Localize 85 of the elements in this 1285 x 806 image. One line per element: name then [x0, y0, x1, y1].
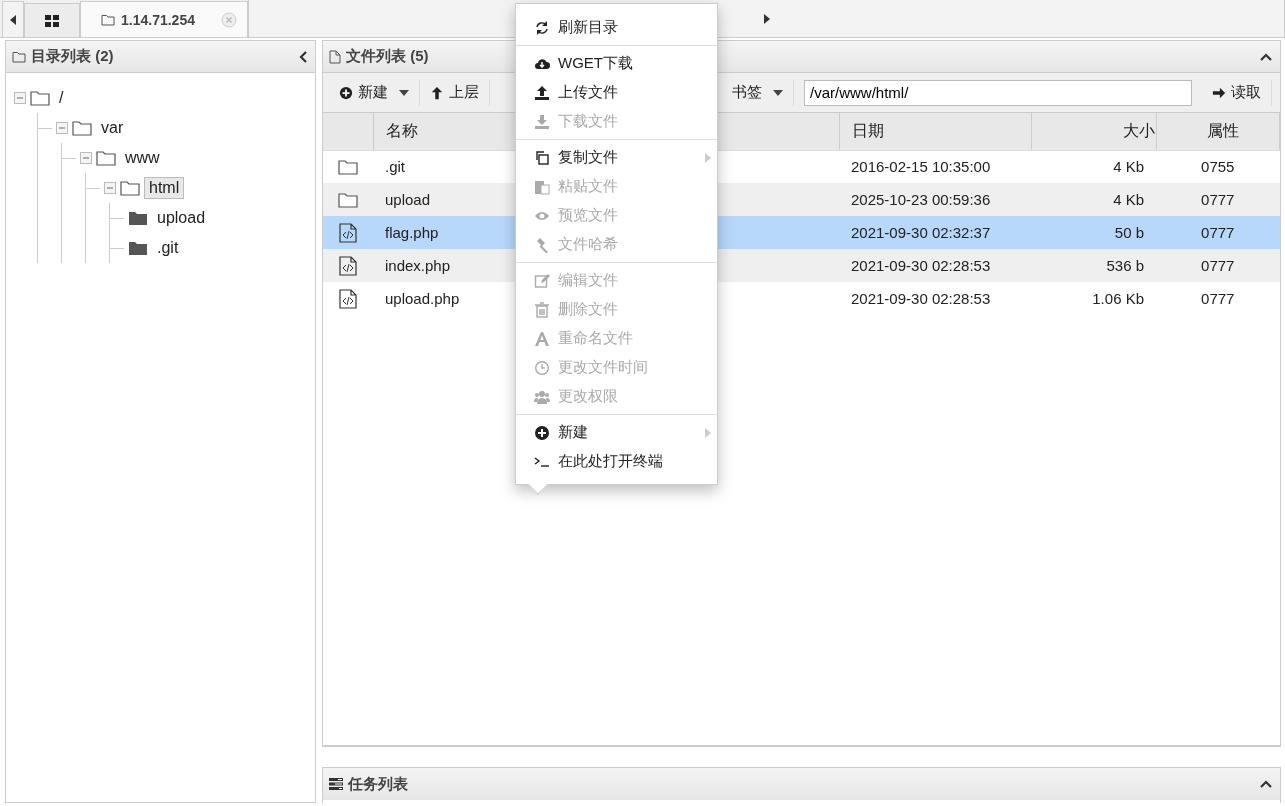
- collapse-toggle-icon[interactable]: [104, 182, 116, 194]
- host-tab[interactable]: 1.14.71.254: [80, 1, 248, 37]
- copy-icon: [534, 149, 550, 166]
- menu-item[interactable]: 上传文件: [516, 78, 717, 107]
- users-icon: [534, 388, 550, 405]
- table-cell: 2021-09-30 02:32:37: [839, 216, 1031, 249]
- read-button[interactable]: 读取: [1202, 77, 1271, 108]
- new-button[interactable]: 新建: [329, 77, 419, 108]
- task-list-icon: [329, 778, 343, 790]
- triangle-left-icon: [10, 14, 16, 25]
- upload-icon: [534, 84, 550, 101]
- tree-item[interactable]: var: [96, 117, 129, 139]
- code-file-icon: [339, 222, 357, 243]
- table-cell: 4 Kb: [1031, 183, 1156, 216]
- menu-item[interactable]: 刷新目录: [516, 13, 717, 42]
- folder-icon: [12, 50, 26, 63]
- collapse-icon[interactable]: [1260, 52, 1272, 61]
- triangle-right-icon: [763, 13, 770, 24]
- menu-item[interactable]: WGET下载: [516, 49, 717, 78]
- table-cell: 0777: [1156, 216, 1280, 249]
- table-cell: 536 b: [1031, 249, 1156, 282]
- tree-item[interactable]: html: [144, 177, 185, 199]
- table-cell: 0755: [1156, 150, 1280, 183]
- collapse-icon[interactable]: [299, 50, 307, 63]
- refresh-icon: [534, 19, 550, 36]
- tree-item[interactable]: upload: [152, 207, 211, 229]
- panel-title: 文件列表 (5): [346, 47, 429, 66]
- paste-icon: [534, 178, 550, 195]
- folder-icon: [30, 90, 50, 106]
- grid-tab[interactable]: [24, 3, 80, 37]
- expand-icon[interactable]: [1260, 780, 1272, 788]
- folder-icon: [101, 13, 115, 26]
- file-icon: [329, 49, 341, 64]
- table-cell: 4 Kb: [1031, 150, 1156, 183]
- menu-item[interactable]: 复制文件: [516, 143, 717, 172]
- column-header[interactable]: 大小: [1122, 121, 1155, 139]
- tree-item[interactable]: /: [54, 87, 69, 109]
- table-cell: 2021-09-30 02:28:53: [839, 249, 1031, 282]
- close-icon[interactable]: [221, 11, 237, 28]
- table-cell: 0777: [1156, 282, 1280, 315]
- folder-icon: [72, 120, 92, 136]
- scroll-left-button[interactable]: [2, 1, 24, 37]
- column-header[interactable]: 属性: [1207, 121, 1240, 139]
- trash-icon: [534, 301, 550, 318]
- add-icon: [534, 424, 550, 441]
- table-cell: upload.php: [385, 290, 460, 307]
- tree-item[interactable]: www: [120, 147, 165, 169]
- table-cell: 50 b: [1031, 216, 1156, 249]
- path-field[interactable]: /var/www/html/: [804, 79, 1192, 106]
- grid-icon: [45, 14, 59, 27]
- table-cell: 1.06 Kb: [1031, 282, 1156, 315]
- folder-icon: [338, 158, 358, 175]
- tree-item[interactable]: .git: [152, 237, 184, 259]
- edit-icon: [534, 272, 550, 289]
- collapse-toggle-icon[interactable]: [56, 122, 68, 134]
- add-icon: [339, 85, 353, 100]
- table-cell: .git: [385, 158, 405, 176]
- table-cell: 2016-02-15 10:35:00: [839, 150, 1031, 183]
- panel-title: 任务列表: [348, 774, 408, 794]
- table-cell: 0777: [1156, 183, 1280, 216]
- table-cell: index.php: [385, 257, 451, 274]
- table-cell: 2025-10-23 00:59:36: [839, 183, 1031, 216]
- bookmark-button[interactable]: 书签: [722, 77, 793, 108]
- table-cell: 0777: [1156, 249, 1280, 282]
- table-cell: upload: [385, 191, 431, 208]
- column-header[interactable]: 名称: [385, 121, 418, 139]
- letter-icon: [534, 330, 550, 347]
- code-file-icon: [339, 255, 357, 276]
- table-cell: flag.php: [385, 224, 439, 241]
- column-header[interactable]: 日期: [851, 121, 884, 139]
- menu-item[interactable]: 新建: [516, 418, 717, 447]
- collapse-toggle-icon[interactable]: [80, 152, 92, 164]
- download-icon: [534, 113, 550, 130]
- clock-icon: [534, 359, 550, 376]
- folder-icon: [338, 191, 358, 208]
- arrow-up-icon: [430, 85, 444, 100]
- menu-item[interactable]: 在此处打开终端: [516, 447, 717, 476]
- collapse-toggle-icon[interactable]: [14, 92, 26, 104]
- folder-icon: [120, 180, 140, 196]
- folder-icon: [96, 150, 116, 166]
- up-button[interactable]: 上层: [420, 77, 489, 108]
- arrow-right-icon: [1212, 85, 1226, 100]
- table-cell: 2021-09-30 02:28:53: [839, 282, 1031, 315]
- code-file-icon: [339, 288, 357, 309]
- panel-title: 目录列表 (2): [31, 47, 114, 66]
